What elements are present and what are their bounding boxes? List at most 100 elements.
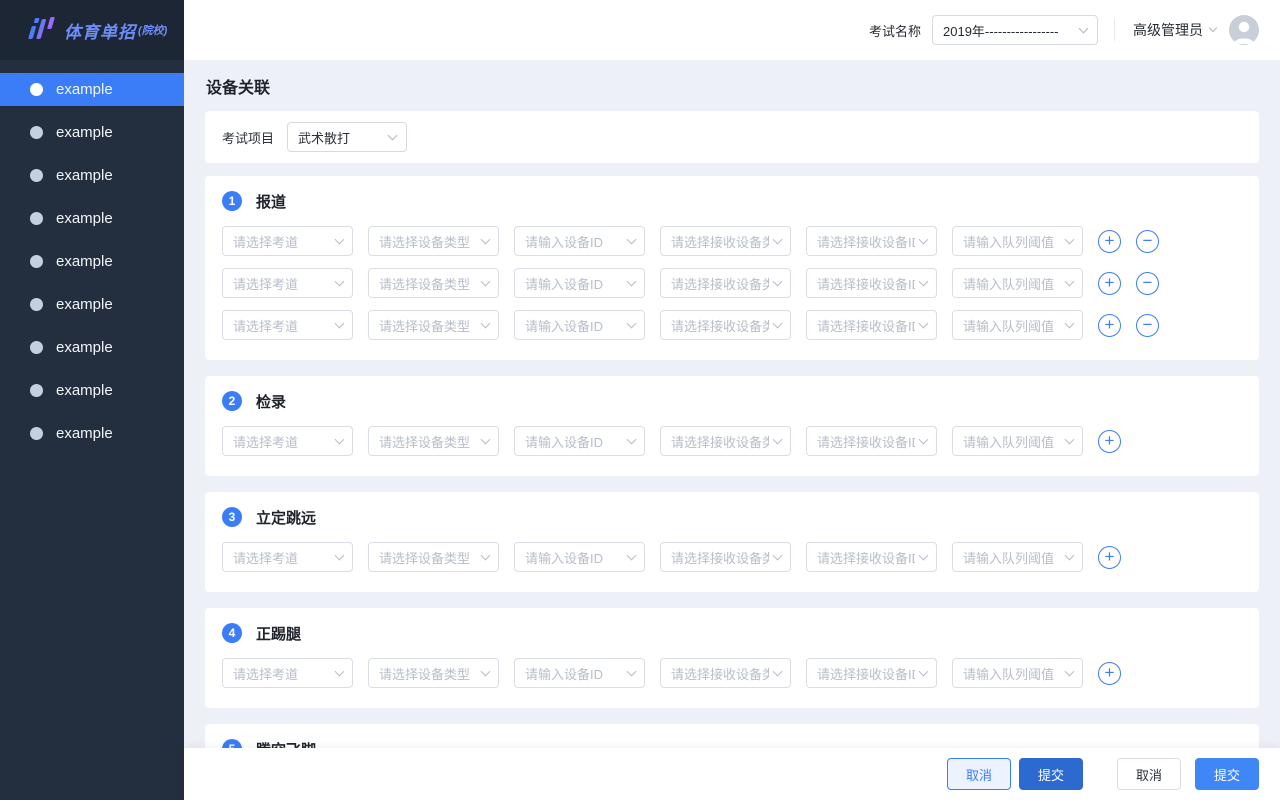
lane-select[interactable]: 请选择考道 [222, 658, 353, 688]
chevron-down-icon [1208, 23, 1218, 33]
device-id-select[interactable]: 请输入设备ID [514, 426, 645, 456]
receive-device-type-select[interactable]: 请选择接收设备类型 [660, 426, 791, 456]
receive-device-id-select[interactable]: 请选择接收设备ID [806, 268, 937, 298]
sidebar-item-example[interactable]: example [0, 417, 184, 450]
add-row-button[interactable]: + [1098, 429, 1121, 453]
divider [1114, 19, 1115, 41]
sidebar-item-label: example [56, 296, 113, 313]
receive-device-id-select[interactable]: 请选择接收设备ID [806, 226, 937, 256]
cancel-button[interactable]: 取消 [947, 758, 1011, 790]
receive-device-id-select[interactable]: 请选择接收设备ID [806, 426, 937, 456]
sidebar-item-example[interactable]: example [0, 245, 184, 278]
queue-threshold-select[interactable]: 请输入队列阈值 [952, 226, 1083, 256]
sidebar-item-example[interactable]: example [0, 73, 184, 106]
chevron-down-icon [772, 276, 783, 286]
device-id-select[interactable]: 请输入设备ID [514, 268, 645, 298]
remove-row-button[interactable]: − [1136, 271, 1159, 295]
exam-item-label: 考试项目 [222, 130, 275, 146]
chevron-down-icon [1064, 666, 1075, 676]
bullet-icon [30, 341, 43, 354]
avatar[interactable] [1229, 15, 1259, 45]
lane-select[interactable]: 请选择考道 [222, 268, 353, 298]
add-row-button[interactable]: + [1098, 313, 1121, 337]
exam-name-label: 考试名称 [868, 23, 921, 39]
device-type-select[interactable]: 请选择设备类型 [368, 226, 499, 256]
placeholder-text: 请选择设备类型 [379, 276, 471, 292]
device-id-select[interactable]: 请输入设备ID [514, 310, 645, 340]
sidebar-item-label: example [56, 339, 113, 356]
receive-device-type-select[interactable]: 请选择接收设备类型 [660, 226, 791, 256]
section-title: 立定跳远 [256, 509, 317, 527]
queue-threshold-select[interactable]: 请输入队列阈值 [952, 268, 1083, 298]
section-title: 正踢腿 [256, 625, 302, 643]
remove-row-button[interactable]: − [1136, 229, 1159, 253]
device-type-select[interactable]: 请选择设备类型 [368, 658, 499, 688]
chevron-down-icon [626, 666, 637, 676]
device-row: 请选择考道 请选择设备类型 请输入设备ID 请选择接收设备类型 请选择接收设备ID 请输入… [222, 226, 1242, 256]
device-type-select[interactable]: 请选择设备类型 [368, 268, 499, 298]
bullet-icon [30, 298, 43, 311]
placeholder-text: 请输入设备ID [525, 666, 604, 682]
placeholder-text: 请选择设备类型 [379, 234, 471, 250]
lane-select[interactable]: 请选择考道 [222, 310, 353, 340]
add-row-button[interactable]: + [1098, 229, 1121, 253]
submit-button[interactable]: 提交 [1019, 758, 1083, 790]
sidebar-item-example[interactable]: example [0, 288, 184, 321]
section-card-baodao: 1 报道 请选择考道请选择设备类型请输入设备ID请选择接收设备类型请选择接收设备… [205, 176, 1259, 360]
lane-select[interactable]: 请选择考道 [222, 226, 353, 256]
placeholder-text: 请输入队列阈值 [963, 234, 1055, 250]
chevron-down-icon [480, 666, 491, 676]
chevron-down-icon [626, 550, 637, 560]
section-header: 3 立定跳远 [222, 506, 1242, 528]
sidebar-item-example[interactable]: example [0, 116, 184, 149]
sidebar-item-example[interactable]: example [0, 331, 184, 364]
placeholder-text: 请选择接收设备类型 [671, 276, 769, 292]
sidebar-item-example[interactable]: example [0, 202, 184, 235]
bullet-icon [30, 169, 43, 182]
chevron-down-icon [334, 434, 345, 444]
user-menu[interactable]: 高级管理员 [1133, 20, 1218, 40]
receive-device-id-select[interactable]: 请选择接收设备ID [806, 542, 937, 572]
chevron-down-icon [334, 276, 345, 286]
add-row-button[interactable]: + [1098, 271, 1121, 295]
receive-device-id-select[interactable]: 请选择接收设备ID [806, 658, 937, 688]
placeholder-text: 请输入设备ID [525, 318, 604, 334]
remove-row-button[interactable]: − [1136, 313, 1159, 337]
placeholder-text: 请选择设备类型 [379, 550, 471, 566]
cancel-button-secondary[interactable]: 取消 [1117, 758, 1181, 790]
device-id-select[interactable]: 请输入设备ID [514, 658, 645, 688]
lane-select[interactable]: 请选择考道 [222, 542, 353, 572]
device-id-select[interactable]: 请输入设备ID [514, 542, 645, 572]
exam-name-value: 2019年----------------- [943, 23, 1059, 39]
receive-device-type-select[interactable]: 请选择接收设备类型 [660, 268, 791, 298]
submit-button-secondary[interactable]: 提交 [1195, 758, 1259, 790]
app-title-suffix: (院校) [138, 25, 168, 37]
receive-device-type-select[interactable]: 请选择接收设备类型 [660, 542, 791, 572]
exam-item-value: 武术散打 [298, 130, 351, 146]
topbar: 考试名称 2019年----------------- 高级管理员 [184, 0, 1280, 60]
exam-item-select[interactable]: 武术散打 [287, 122, 408, 152]
sidebar-item-example[interactable]: example [0, 374, 184, 407]
device-type-select[interactable]: 请选择设备类型 [368, 426, 499, 456]
queue-threshold-select[interactable]: 请输入队列阈值 [952, 310, 1083, 340]
receive-device-id-select[interactable]: 请选择接收设备ID [806, 310, 937, 340]
add-row-button[interactable]: + [1098, 545, 1121, 569]
queue-threshold-select[interactable]: 请输入队列阈值 [952, 426, 1083, 456]
user-role-label: 高级管理员 [1133, 22, 1203, 38]
sidebar-item-label: example [56, 210, 113, 227]
device-type-select[interactable]: 请选择设备类型 [368, 542, 499, 572]
receive-device-type-select[interactable]: 请选择接收设备类型 [660, 310, 791, 340]
chevron-down-icon [387, 130, 398, 140]
add-row-button[interactable]: + [1098, 661, 1121, 685]
device-row: 请选择考道 请选择设备类型 请输入设备ID 请选择接收设备类型 请选择接收设备ID 请输入… [222, 542, 1242, 572]
app-title: 体育单招 [64, 22, 136, 42]
device-id-select[interactable]: 请输入设备ID [514, 226, 645, 256]
queue-threshold-select[interactable]: 请输入队列阈值 [952, 658, 1083, 688]
device-type-select[interactable]: 请选择设备类型 [368, 310, 499, 340]
receive-device-type-select[interactable]: 请选择接收设备类型 [660, 658, 791, 688]
sidebar-item-example[interactable]: example [0, 159, 184, 192]
queue-threshold-select[interactable]: 请输入队列阈值 [952, 542, 1083, 572]
exam-name-select[interactable]: 2019年----------------- [932, 15, 1098, 45]
chevron-down-icon [480, 318, 491, 328]
lane-select[interactable]: 请选择考道 [222, 426, 353, 456]
